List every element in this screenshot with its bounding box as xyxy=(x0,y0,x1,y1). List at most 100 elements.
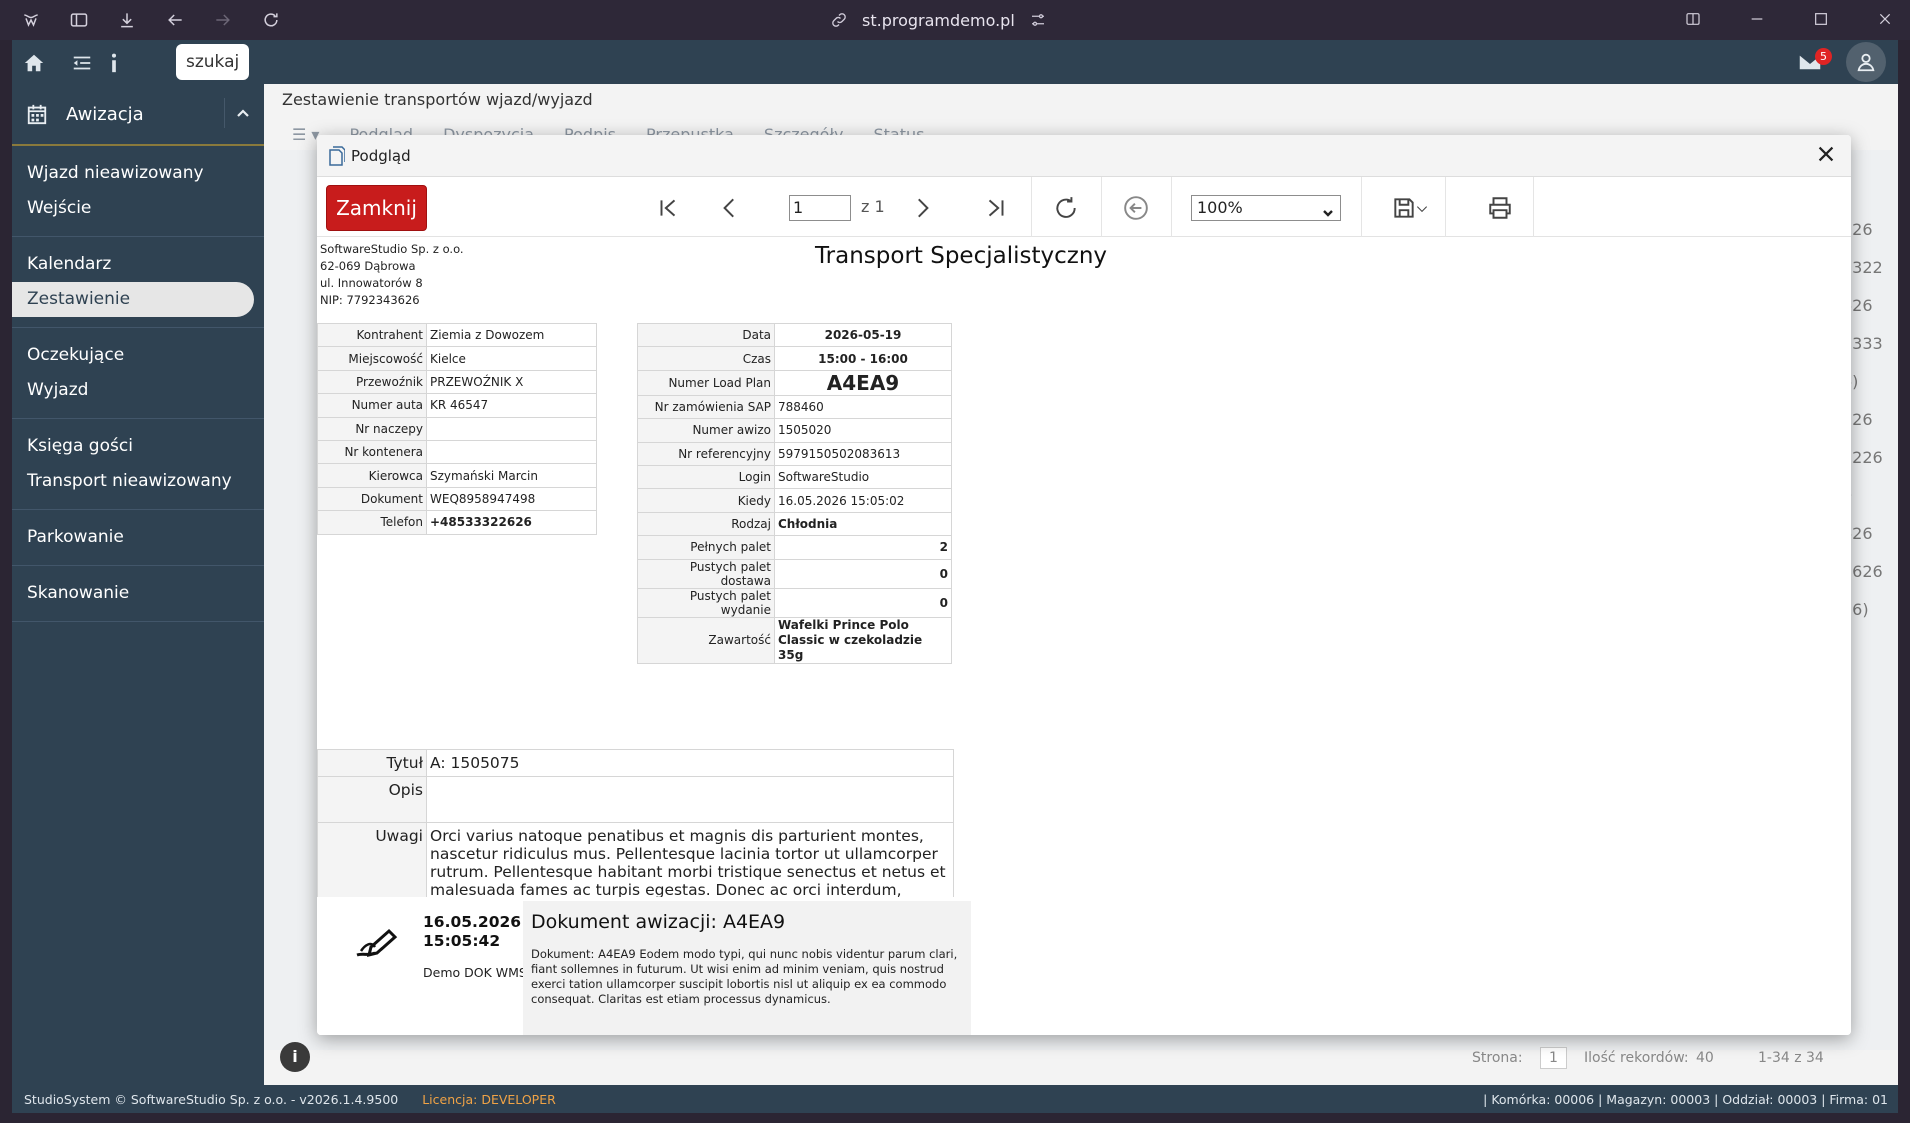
chevron-up-icon[interactable] xyxy=(224,98,260,128)
back-icon[interactable] xyxy=(164,9,186,31)
minimize-icon[interactable] xyxy=(1746,8,1768,30)
table-row: Miejscowość Kielce xyxy=(317,346,597,371)
pager-page-input[interactable]: 1 xyxy=(1540,1047,1567,1069)
sidebar-item-kalendarz[interactable]: Kalendarz xyxy=(12,247,264,282)
page-title: Zestawienie transportów wjazd/wyjazd xyxy=(282,90,593,109)
mail-icon[interactable]: 5 xyxy=(1798,48,1832,72)
sidebar-item-wejscie[interactable]: Wejście xyxy=(12,191,264,226)
table-row: Pustych palet dostawa 0 xyxy=(637,558,952,589)
sidebar-item-skanowanie[interactable]: Skanowanie xyxy=(12,576,264,611)
info-icon[interactable] xyxy=(108,52,120,74)
sidebar-item-zestawienie[interactable]: Zestawienie xyxy=(12,282,254,317)
signature-icon xyxy=(353,925,405,961)
forward-icon[interactable] xyxy=(212,9,234,31)
reload-icon[interactable] xyxy=(260,9,282,31)
field-sap-order: 788460 xyxy=(774,394,952,420)
report-viewer-toolbar: Zamknij 1 z 1 100% xyxy=(317,177,1851,237)
table-row: Rodzaj Chłodnia xyxy=(637,511,952,537)
save-dropdown-icon[interactable] xyxy=(1415,201,1429,215)
field-date: 2026-05-19 xyxy=(774,322,952,348)
footer-context: | Komórka: 00006 | Magazyn: 00003 | Oddz… xyxy=(1483,1091,1888,1107)
field-empty-pallets-delivery: 0 xyxy=(774,558,952,589)
search-button[interactable]: szukaj xyxy=(176,44,250,80)
signature-time: 15:05:42 xyxy=(423,932,501,950)
sidebar-item-transport-nieawizowany[interactable]: Transport nieawizowany xyxy=(12,464,264,499)
footer-license: Licencja: DEVELOPER xyxy=(422,1091,556,1107)
toolbar-divider xyxy=(1361,177,1362,237)
save-icon[interactable] xyxy=(1391,195,1417,221)
close-icon[interactable] xyxy=(1815,143,1839,167)
field-full-pallets: 2 xyxy=(774,535,952,560)
company-name: SoftwareStudio Sp. z o.o. xyxy=(320,242,464,256)
app-topbar: szukaj 5 xyxy=(12,40,1898,84)
zoom-select[interactable]: 100% xyxy=(1191,195,1341,221)
page-number-input[interactable]: 1 xyxy=(789,195,851,221)
field-driver: Szymański Marcin xyxy=(426,463,597,488)
window-close-icon[interactable] xyxy=(1874,8,1896,30)
pager-records-select[interactable]: 40 xyxy=(1696,1050,1714,1066)
sidebar-item-oczekujace[interactable]: Oczekujące xyxy=(12,338,264,373)
download-icon[interactable] xyxy=(116,9,138,31)
table-row: Numer Load Plan A4EA9 xyxy=(637,369,952,396)
close-report-button[interactable]: Zamknij xyxy=(326,185,427,231)
field-when: 16.05.2026 15:05:02 xyxy=(774,488,952,513)
company-address: SoftwareStudio Sp. z o.o. 62-069 Dąbrowa… xyxy=(320,241,464,309)
pager-records-label: Ilość rekordów: xyxy=(1584,1050,1689,1066)
sidebar-section-header[interactable]: Awizacja xyxy=(12,84,264,146)
print-icon[interactable] xyxy=(1487,195,1513,221)
user-icon xyxy=(1857,53,1875,72)
split-view-icon[interactable] xyxy=(1682,8,1704,30)
footer-copyright: StudioSystem © SoftwareStudio Sp. z o.o.… xyxy=(24,1091,399,1107)
mail-count-badge: 5 xyxy=(1815,48,1832,65)
field-contractor: Ziemia z Dowozem xyxy=(426,322,597,348)
address-bar[interactable]: st.programdemo.pl xyxy=(830,6,1047,34)
field-carrier: PRZEWOŹNIK X xyxy=(426,369,597,395)
field-content: Wafelki Prince Polo Classic w czekoladzi… xyxy=(774,616,952,664)
signature-datetime: 16.05.2026 15:05:42 xyxy=(423,913,521,951)
previous-page-icon[interactable] xyxy=(717,195,743,221)
sidebar-toggle-icon[interactable] xyxy=(68,9,90,31)
document-icon xyxy=(327,145,346,166)
report-title: Transport Specjalistyczny xyxy=(815,243,1108,269)
transport-info-table: Kontrahent Ziemia z Dowozem Miejscowość Ki… xyxy=(317,322,597,535)
first-page-icon[interactable] xyxy=(655,195,681,221)
table-row: Nr kontenera xyxy=(317,439,597,465)
chevron-down-icon xyxy=(1322,202,1334,217)
user-avatar[interactable] xyxy=(1846,42,1886,82)
table-row: Pustych palet wydanie 0 xyxy=(637,587,952,618)
field-advice-number: 1505020 xyxy=(774,418,952,443)
field-phone: +48533322626 xyxy=(426,510,597,535)
sidebar-item-ksiega-gosci[interactable]: Księga gości xyxy=(12,429,264,464)
sidebar-item-wyjazd[interactable]: Wyjazd xyxy=(12,373,264,408)
maximize-icon[interactable] xyxy=(1810,8,1832,30)
table-row: Nr naczepy xyxy=(317,416,597,441)
refresh-icon[interactable] xyxy=(1053,195,1079,221)
table-row: Opis xyxy=(317,776,954,823)
table-row: Numer auta KR 46547 xyxy=(317,393,597,418)
field-load-plan: A4EA9 xyxy=(774,369,952,396)
sidebar-item-wjazd-nieawizowany[interactable]: Wjazd nieawizowany xyxy=(12,156,264,191)
toolbar-menu-icon[interactable]: ☰ ▾ xyxy=(292,125,319,144)
table-row: Nr zamówienia SAP 788460 xyxy=(637,394,952,420)
field-empty-pallets-issue: 0 xyxy=(774,587,952,618)
dialog-title: Podgląd xyxy=(351,146,411,165)
back-circle-icon[interactable] xyxy=(1123,195,1149,221)
company-street: ul. Innowatorów 8 xyxy=(320,276,423,290)
field-container-number xyxy=(426,439,597,465)
field-title: A: 1505075 xyxy=(426,749,954,777)
sidebar-item-parkowanie[interactable]: Parkowanie xyxy=(12,520,264,555)
pager: Strona: 1 Ilość rekordów: 40 1-34 z 34 xyxy=(264,1036,1898,1080)
toolbar-divider xyxy=(1171,177,1172,237)
table-row: Pełnych palet 2 xyxy=(637,535,952,560)
toolbar-divider xyxy=(1101,177,1102,237)
home-icon[interactable] xyxy=(22,52,46,74)
browser-logo-icon[interactable] xyxy=(20,9,42,31)
table-row: Kierowca Szymański Marcin xyxy=(317,463,597,488)
site-settings-icon[interactable] xyxy=(1029,11,1047,29)
toolbar-divider xyxy=(1533,177,1534,237)
company-city: 62-069 Dąbrowa xyxy=(320,259,416,273)
collapse-menu-icon[interactable] xyxy=(70,52,94,74)
next-page-icon[interactable] xyxy=(909,195,935,221)
table-row: Nr referencyjny 5979150502083613 xyxy=(637,441,952,466)
last-page-icon[interactable] xyxy=(983,195,1009,221)
